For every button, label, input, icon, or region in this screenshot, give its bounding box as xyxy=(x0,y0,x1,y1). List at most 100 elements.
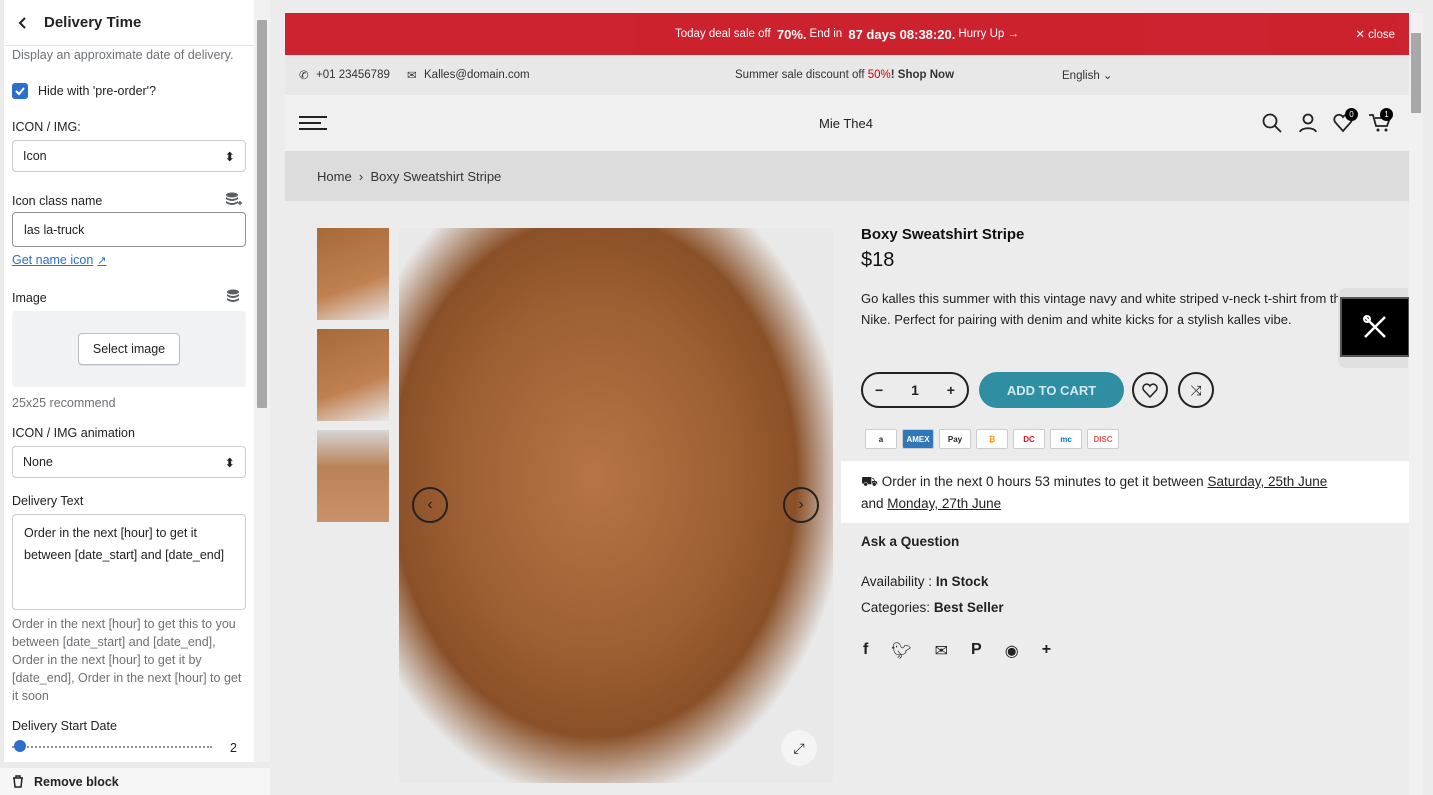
quantity-stepper[interactable]: − 1 + xyxy=(861,372,969,408)
phone-number[interactable]: +01 23456789 xyxy=(316,69,390,81)
scrollbar-thumb[interactable] xyxy=(257,20,267,408)
panel-description: Display an approximate date of delivery. xyxy=(12,48,234,62)
payment-icons: a AMEX Pay ₿ DC mc DISC xyxy=(865,429,1119,449)
start-date-value: 2 xyxy=(230,741,237,755)
announcement-text: Today deal sale off xyxy=(674,28,771,40)
ask-question-link[interactable]: Ask a Question xyxy=(861,534,959,549)
categories-value[interactable]: Best Seller xyxy=(934,600,1004,615)
account-icon[interactable] xyxy=(1298,113,1318,133)
store-logo[interactable]: Mie The4 xyxy=(819,116,873,131)
announcement-bar: Today deal sale off 70%. End in 87 days 0… xyxy=(285,13,1409,55)
image-picker: Select image xyxy=(12,311,246,387)
select-image-button[interactable]: Select image xyxy=(77,333,181,365)
wishlist-count-badge: 0 xyxy=(1345,108,1358,121)
icon-class-label: Icon class name xyxy=(12,194,103,208)
facebook-icon[interactable]: f xyxy=(863,641,868,661)
select-arrows-icon: ⬍ xyxy=(224,149,235,164)
language-selector[interactable]: English ⌄ xyxy=(1062,68,1113,82)
start-date-label: Delivery Start Date xyxy=(12,719,117,733)
hurry-up-link[interactable]: Hurry Up → xyxy=(958,28,1019,40)
delivery-date-start: Saturday, 25th June xyxy=(1207,474,1328,489)
minus-icon[interactable]: − xyxy=(875,382,883,398)
icon-class-input[interactable]: las la-truck xyxy=(12,212,246,247)
product-price: $18 xyxy=(861,249,895,271)
get-name-icon-link[interactable]: Get name icon ↗ xyxy=(12,253,246,267)
delivery-date-end: Monday, 27th June xyxy=(887,496,1002,511)
product-thumbnail[interactable] xyxy=(317,228,389,320)
delivery-help-text: Order in the next [hour] to get this to … xyxy=(12,617,242,703)
delivery-text: Order in the next 0 hours 53 minutes to … xyxy=(881,474,1204,489)
animation-value: None xyxy=(23,455,53,469)
remove-block-label: Remove block xyxy=(34,774,119,789)
product-thumbnail[interactable] xyxy=(317,430,389,522)
compare-button[interactable]: ⤨ xyxy=(1178,372,1214,408)
checkmark-icon[interactable] xyxy=(12,83,28,99)
plus-icon[interactable]: + xyxy=(947,382,955,398)
more-share-icon[interactable]: + xyxy=(1042,641,1051,661)
external-link-icon: ↗ xyxy=(97,254,107,267)
panel-header: Delivery Time xyxy=(4,0,254,46)
shuffle-icon: ⤨ xyxy=(1190,381,1202,398)
messenger-icon[interactable]: ◉ xyxy=(1005,641,1019,661)
panel-scrollbar[interactable] xyxy=(254,0,270,762)
icon-img-value: Icon xyxy=(23,149,47,163)
email-address[interactable]: Kalles@domain.com xyxy=(424,69,530,81)
delivery-text-label: Delivery Text xyxy=(12,494,84,508)
scrollbar-thumb[interactable] xyxy=(1411,33,1421,113)
announcement-percent: 70%. xyxy=(776,26,807,42)
editor-sidebar: Delivery Time Display an approximate dat… xyxy=(0,0,270,795)
availability-value: In Stock xyxy=(935,574,989,589)
icon-img-label: ICON / IMG: xyxy=(12,120,81,134)
twitter-icon[interactable]: 🐦︎ xyxy=(891,641,911,661)
dynamic-source-icon[interactable] xyxy=(224,288,242,306)
promo-text: Summer sale discount off 50%! Shop Now xyxy=(735,69,954,81)
search-icon[interactable] xyxy=(1262,113,1282,133)
mail-icon: ✉ xyxy=(407,70,417,82)
slider-knob[interactable] xyxy=(14,740,26,752)
delivery-and: and xyxy=(861,496,884,511)
product-title: Boxy Sweatshirt Stripe xyxy=(861,226,1025,243)
animation-select[interactable]: None ⬍ xyxy=(12,446,246,478)
trash-icon xyxy=(13,775,23,788)
delivery-text-textarea[interactable]: Order in the next [hour] to get it betwe… xyxy=(12,514,246,610)
product-thumbnail[interactable] xyxy=(317,329,389,421)
amex-icon: AMEX xyxy=(902,429,934,449)
site-header: Mie The4 0 1 xyxy=(285,95,1409,151)
quantity-value[interactable]: 1 xyxy=(911,382,919,398)
add-to-cart-button[interactable]: ADD TO CART xyxy=(979,372,1124,408)
start-date-slider[interactable]: 2 xyxy=(12,740,246,755)
product-section: ‹ › ⤢ Boxy Sweatshirt Stripe $18 Go kall… xyxy=(285,201,1409,795)
dynamic-source-icon[interactable] xyxy=(224,191,242,209)
availability: Availability : In Stock xyxy=(861,574,988,589)
menu-icon[interactable] xyxy=(299,115,327,131)
cart-count-badge: 1 xyxy=(1380,108,1393,121)
categories-label: Categories: xyxy=(861,600,931,615)
slider-track[interactable] xyxy=(12,740,212,752)
tools-widget[interactable] xyxy=(1338,288,1409,368)
social-share: f 🐦︎ ✉ P ◉ + xyxy=(863,641,1051,661)
animation-label: ICON / IMG animation xyxy=(12,426,135,440)
zoom-expand-icon[interactable]: ⤢ xyxy=(781,730,817,766)
discover-icon: DISC xyxy=(1087,429,1119,449)
storefront-preview: Today deal sale off 70%. End in 87 days 0… xyxy=(285,13,1409,795)
categories: Categories: Best Seller xyxy=(861,600,1004,615)
preview-scrollbar[interactable] xyxy=(1409,13,1423,795)
announcement-close-button[interactable]: ✕ close xyxy=(1355,27,1395,41)
icon-img-select[interactable]: Icon ⬍ xyxy=(12,140,246,172)
product-main-image[interactable] xyxy=(399,228,833,783)
phone-icon: ✆ xyxy=(299,70,309,82)
back-arrow-icon[interactable] xyxy=(16,16,30,30)
email-share-icon[interactable]: ✉ xyxy=(935,641,948,661)
add-to-wishlist-button[interactable] xyxy=(1132,372,1168,408)
pinterest-icon[interactable]: P xyxy=(971,641,982,661)
prev-image-button[interactable]: ‹ xyxy=(412,487,448,523)
breadcrumb-home[interactable]: Home xyxy=(317,169,352,184)
breadcrumb-separator: › xyxy=(358,168,364,184)
shop-now-link[interactable]: ! Shop Now xyxy=(891,69,954,81)
image-label: Image xyxy=(12,291,47,305)
next-image-button[interactable]: › xyxy=(783,487,819,523)
hide-preorder-checkbox[interactable]: Hide with 'pre-order'? xyxy=(12,83,246,99)
breadcrumb: Home › Boxy Sweatshirt Stripe xyxy=(285,151,1409,201)
remove-block-button[interactable]: Remove block xyxy=(0,768,270,795)
dankort-icon: DC xyxy=(1013,429,1045,449)
